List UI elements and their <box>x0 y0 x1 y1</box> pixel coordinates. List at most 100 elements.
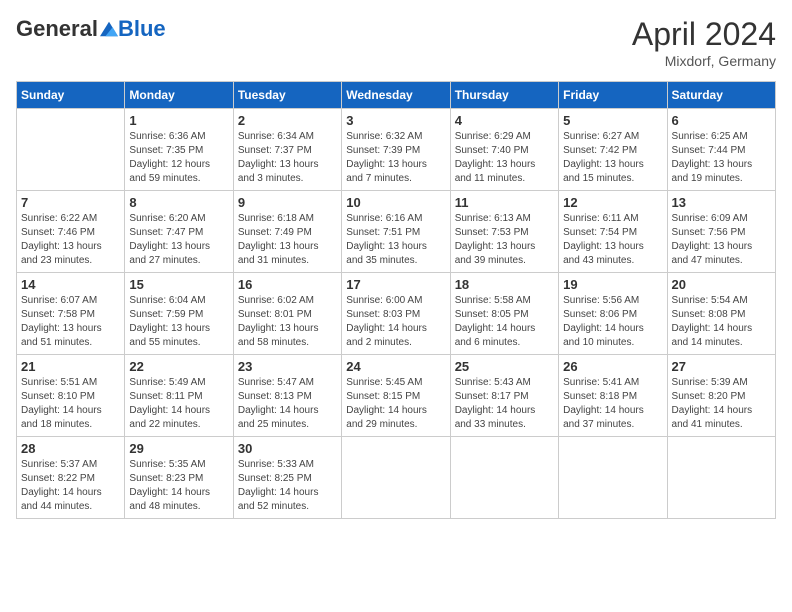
day-info: Sunrise: 6:09 AMSunset: 7:56 PMDaylight:… <box>672 212 771 268</box>
day-number: 8 <box>129 195 228 210</box>
location: Mixdorf, Germany <box>632 53 776 69</box>
calendar-cell: 25 Sunrise: 5:43 AMSunset: 8:17 PMDayligh… <box>450 355 558 437</box>
day-info: Sunrise: 6:27 AMSunset: 7:42 PMDaylight:… <box>563 130 662 186</box>
day-number: 25 <box>455 359 554 374</box>
logo: General Blue <box>16 16 166 42</box>
day-info: Sunrise: 5:33 AMSunset: 8:25 PMDaylight:… <box>238 458 337 514</box>
calendar-week-row: 21 Sunrise: 5:51 AMSunset: 8:10 PMDayligh… <box>17 355 776 437</box>
title-block: April 2024 Mixdorf, Germany <box>632 16 776 69</box>
day-number: 26 <box>563 359 662 374</box>
day-number: 5 <box>563 113 662 128</box>
day-info: Sunrise: 6:07 AMSunset: 7:58 PMDaylight:… <box>21 294 120 350</box>
calendar-cell <box>17 109 125 191</box>
day-info: Sunrise: 6:04 AMSunset: 7:59 PMDaylight:… <box>129 294 228 350</box>
calendar-cell: 28 Sunrise: 5:37 AMSunset: 8:22 PMDayligh… <box>17 437 125 519</box>
calendar-cell: 11 Sunrise: 6:13 AMSunset: 7:53 PMDayligh… <box>450 191 558 273</box>
day-number: 16 <box>238 277 337 292</box>
day-info: Sunrise: 5:37 AMSunset: 8:22 PMDaylight:… <box>21 458 120 514</box>
header-day: Saturday <box>667 82 775 109</box>
calendar-cell: 30Sunrise: 5:33 AMSunset: 8:25 PMDayligh… <box>233 437 341 519</box>
calendar-cell: 4 Sunrise: 6:29 AMSunset: 7:40 PMDaylight… <box>450 109 558 191</box>
calendar-cell: 16 Sunrise: 6:02 AMSunset: 8:01 PMDayligh… <box>233 273 341 355</box>
day-number: 4 <box>455 113 554 128</box>
day-info: Sunrise: 5:58 AMSunset: 8:05 PMDaylight:… <box>455 294 554 350</box>
calendar-cell: 22Sunrise: 5:49 AMSunset: 8:11 PMDayligh… <box>125 355 233 437</box>
day-info: Sunrise: 6:29 AMSunset: 7:40 PMDaylight:… <box>455 130 554 186</box>
calendar-cell: 14 Sunrise: 6:07 AMSunset: 7:58 PMDayligh… <box>17 273 125 355</box>
day-number: 24 <box>346 359 445 374</box>
day-number: 21 <box>21 359 120 374</box>
calendar-cell: 20Sunrise: 5:54 AMSunset: 8:08 PMDayligh… <box>667 273 775 355</box>
day-number: 1 <box>129 113 228 128</box>
logo-icon <box>100 20 118 38</box>
calendar-cell: 23 Sunrise: 5:47 AMSunset: 8:13 PMDayligh… <box>233 355 341 437</box>
day-info: Sunrise: 6:36 AMSunset: 7:35 PMDaylight:… <box>129 130 228 186</box>
calendar-cell: 17 Sunrise: 6:00 AMSunset: 8:03 PMDayligh… <box>342 273 450 355</box>
day-number: 18 <box>455 277 554 292</box>
calendar-week-row: 1 Sunrise: 6:36 AMSunset: 7:35 PMDaylight… <box>17 109 776 191</box>
page-header: General Blue April 2024 Mixdorf, Germany <box>16 16 776 69</box>
header-day: Sunday <box>17 82 125 109</box>
day-info: Sunrise: 5:35 AMSunset: 8:23 PMDaylight:… <box>129 458 228 514</box>
calendar-week-row: 14 Sunrise: 6:07 AMSunset: 7:58 PMDayligh… <box>17 273 776 355</box>
day-info: Sunrise: 5:39 AMSunset: 8:20 PMDaylight:… <box>672 376 771 432</box>
day-info: Sunrise: 6:34 AMSunset: 7:37 PMDaylight:… <box>238 130 337 186</box>
day-info: Sunrise: 6:02 AMSunset: 8:01 PMDaylight:… <box>238 294 337 350</box>
day-number: 9 <box>238 195 337 210</box>
day-info: Sunrise: 5:43 AMSunset: 8:17 PMDaylight:… <box>455 376 554 432</box>
calendar-cell: 9 Sunrise: 6:18 AMSunset: 7:49 PMDaylight… <box>233 191 341 273</box>
day-info: Sunrise: 5:51 AMSunset: 8:10 PMDaylight:… <box>21 376 120 432</box>
day-number: 6 <box>672 113 771 128</box>
calendar-header: SundayMondayTuesdayWednesdayThursdayFrid… <box>17 82 776 109</box>
day-info: Sunrise: 6:11 AMSunset: 7:54 PMDaylight:… <box>563 212 662 268</box>
calendar-cell: 13 Sunrise: 6:09 AMSunset: 7:56 PMDayligh… <box>667 191 775 273</box>
calendar-cell: 19Sunrise: 5:56 AMSunset: 8:06 PMDayligh… <box>559 273 667 355</box>
header-row: SundayMondayTuesdayWednesdayThursdayFrid… <box>17 82 776 109</box>
calendar-cell <box>667 437 775 519</box>
day-number: 3 <box>346 113 445 128</box>
calendar-cell: 8Sunrise: 6:20 AMSunset: 7:47 PMDaylight… <box>125 191 233 273</box>
calendar-cell <box>559 437 667 519</box>
calendar-cell <box>450 437 558 519</box>
calendar-cell: 26 Sunrise: 5:41 AMSunset: 8:18 PMDayligh… <box>559 355 667 437</box>
calendar-cell: 24 Sunrise: 5:45 AMSunset: 8:15 PMDayligh… <box>342 355 450 437</box>
day-number: 14 <box>21 277 120 292</box>
calendar-cell: 18 Sunrise: 5:58 AMSunset: 8:05 PMDayligh… <box>450 273 558 355</box>
calendar-cell: 5 Sunrise: 6:27 AMSunset: 7:42 PMDaylight… <box>559 109 667 191</box>
logo-general: General <box>16 16 98 42</box>
calendar-cell: 10Sunrise: 6:16 AMSunset: 7:51 PMDayligh… <box>342 191 450 273</box>
day-number: 15 <box>129 277 228 292</box>
calendar-table: SundayMondayTuesdayWednesdayThursdayFrid… <box>16 81 776 519</box>
day-info: Sunrise: 5:41 AMSunset: 8:18 PMDaylight:… <box>563 376 662 432</box>
calendar-body: 1 Sunrise: 6:36 AMSunset: 7:35 PMDaylight… <box>17 109 776 519</box>
header-day: Tuesday <box>233 82 341 109</box>
day-info: Sunrise: 6:16 AMSunset: 7:51 PMDaylight:… <box>346 212 445 268</box>
day-number: 28 <box>21 441 120 456</box>
day-info: Sunrise: 6:32 AMSunset: 7:39 PMDaylight:… <box>346 130 445 186</box>
day-info: Sunrise: 6:00 AMSunset: 8:03 PMDaylight:… <box>346 294 445 350</box>
day-number: 11 <box>455 195 554 210</box>
day-number: 17 <box>346 277 445 292</box>
logo-blue: Blue <box>118 16 166 42</box>
day-number: 23 <box>238 359 337 374</box>
day-number: 7 <box>21 195 120 210</box>
day-info: Sunrise: 5:49 AMSunset: 8:11 PMDaylight:… <box>129 376 228 432</box>
day-info: Sunrise: 6:25 AMSunset: 7:44 PMDaylight:… <box>672 130 771 186</box>
calendar-week-row: 7Sunrise: 6:22 AMSunset: 7:46 PMDaylight… <box>17 191 776 273</box>
calendar-cell: 29 Sunrise: 5:35 AMSunset: 8:23 PMDayligh… <box>125 437 233 519</box>
calendar-cell: 12 Sunrise: 6:11 AMSunset: 7:54 PMDayligh… <box>559 191 667 273</box>
calendar-cell: 3 Sunrise: 6:32 AMSunset: 7:39 PMDaylight… <box>342 109 450 191</box>
day-number: 13 <box>672 195 771 210</box>
month-title: April 2024 <box>632 16 776 53</box>
calendar-cell <box>342 437 450 519</box>
day-info: Sunrise: 6:13 AMSunset: 7:53 PMDaylight:… <box>455 212 554 268</box>
day-number: 2 <box>238 113 337 128</box>
day-number: 29 <box>129 441 228 456</box>
day-info: Sunrise: 5:45 AMSunset: 8:15 PMDaylight:… <box>346 376 445 432</box>
day-number: 12 <box>563 195 662 210</box>
day-info: Sunrise: 6:18 AMSunset: 7:49 PMDaylight:… <box>238 212 337 268</box>
calendar-cell: 21 Sunrise: 5:51 AMSunset: 8:10 PMDayligh… <box>17 355 125 437</box>
header-day: Wednesday <box>342 82 450 109</box>
header-day: Monday <box>125 82 233 109</box>
day-info: Sunrise: 5:47 AMSunset: 8:13 PMDaylight:… <box>238 376 337 432</box>
